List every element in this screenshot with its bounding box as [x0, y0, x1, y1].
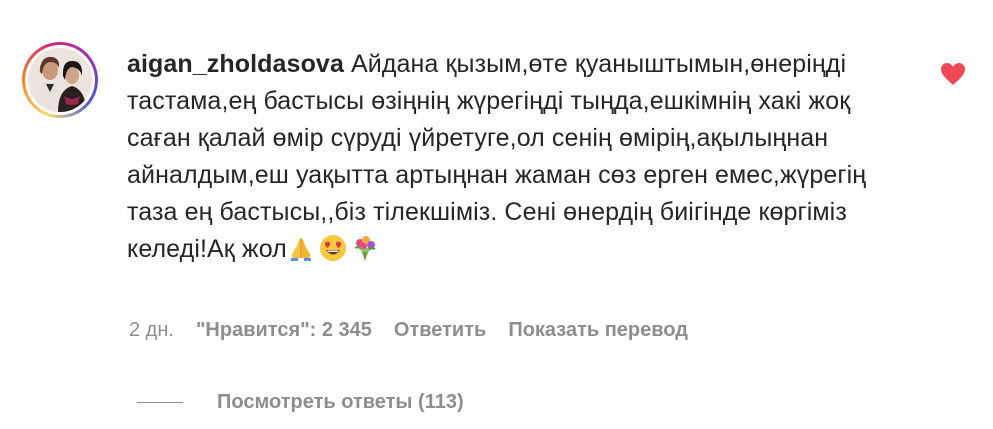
bouquet-icon: [351, 234, 379, 262]
likes-count[interactable]: "Нравится": 2 345: [196, 319, 372, 341]
replies-divider: [137, 401, 183, 403]
view-replies-label: Посмотреть ответы (113): [217, 390, 464, 413]
comment-username[interactable]: aigan_zholdasova: [127, 50, 344, 78]
avatar-photo: [28, 48, 92, 112]
like-heart-icon[interactable]: [940, 62, 966, 86]
folded-hands-icon: [287, 234, 315, 262]
comment-text-block: aigan_zholdasova Айдана қызым,өте қуаныш…: [127, 46, 907, 268]
comment-time[interactable]: 2 дн.: [129, 319, 174, 341]
comment-text: Айдана қызым,өте қуаныштымын,өнеріңді та…: [127, 50, 867, 263]
view-replies-button[interactable]: Посмотреть ответы (113): [137, 388, 464, 416]
avatar[interactable]: [22, 42, 98, 118]
comment-meta: 2 дн. "Нравится": 2 345 Ответить Показать п…: [129, 316, 710, 344]
heart-eyes-face-icon: [319, 234, 347, 262]
reply-button[interactable]: Ответить: [394, 319, 486, 341]
comment: aigan_zholdasova Айдана қызым,өте қуаныш…: [0, 0, 993, 429]
show-translation-button[interactable]: Показать перевод: [508, 319, 688, 341]
